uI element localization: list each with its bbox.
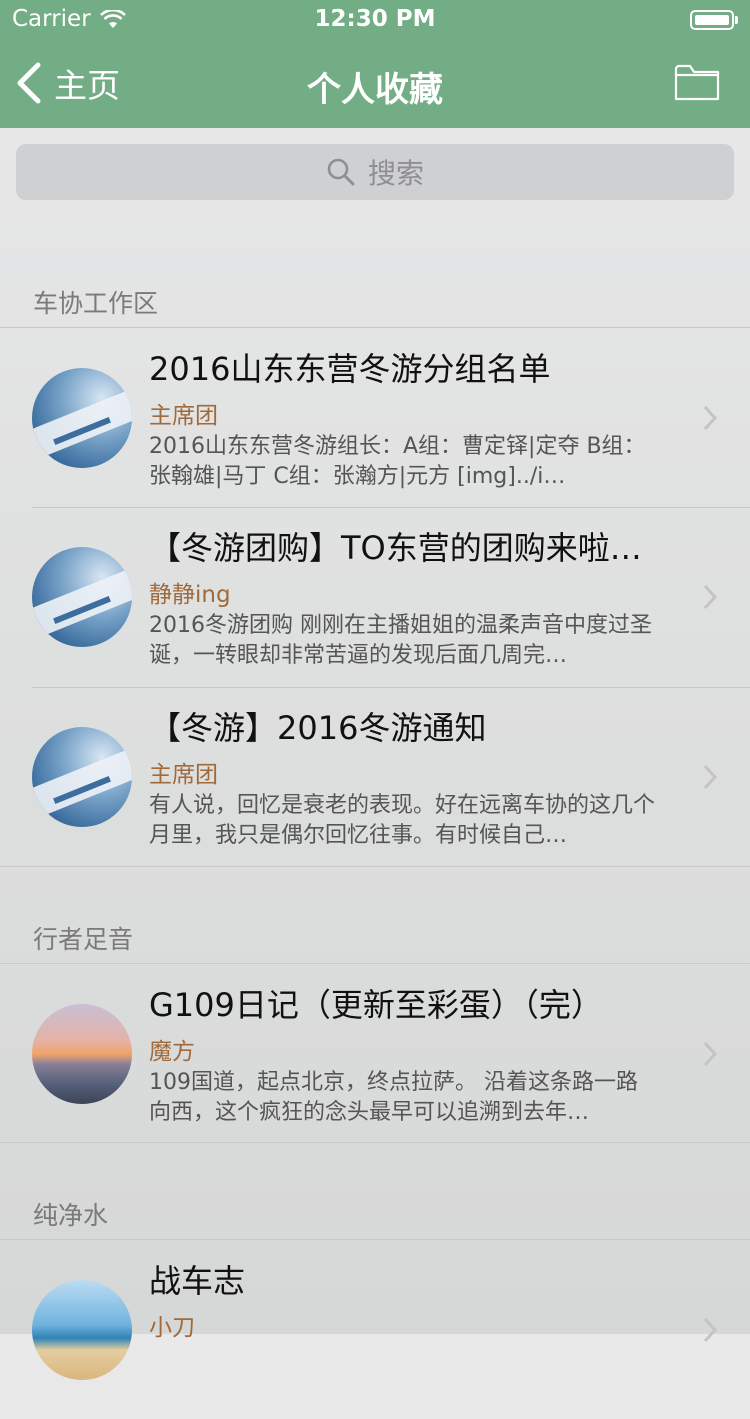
item-preview: 2016山东东营冬游组长：A组：曹定铎|定夺 B组：张翰雄|马丁 C组：张瀚方|… [149,434,646,489]
item-author: 静静ing [149,582,231,608]
search-placeholder: 搜索 [367,157,424,190]
avatar [32,368,132,468]
battery-icon [690,10,734,30]
favorite-item[interactable]: G109日记（更新至彩蛋）（完） 魔方 109国道，起点北京，终点拉萨。 沿着这… [0,963,750,1143]
item-author: 主席团 [149,762,218,788]
item-title: 【冬游团购】TO东营的团购来啦… [149,529,642,567]
chevron-right-icon [703,584,718,610]
search-bar[interactable]: 搜索 [16,144,734,200]
favorite-item[interactable]: 【冬游团购】TO东营的团购来啦… 静静ing 2016冬游团购 刚刚在主播姐姐的… [0,507,750,687]
item-author: 魔方 [149,1039,195,1065]
avatar [32,1004,132,1104]
folder-icon[interactable] [674,62,720,102]
item-preview: 有人说，回忆是衰老的表现。好在远离车协的这几个月里，我只是偶尔回忆往事。有时候自… [149,793,656,848]
section-header-2: 行者足音 [33,925,134,954]
status-time: 12:30 PM [314,6,436,32]
item-title: 战车志 [149,1262,246,1300]
favorite-item[interactable]: 【冬游】2016冬游通知 主席团 有人说，回忆是衰老的表现。好在远离车协的这几个… [0,687,750,867]
avatar [32,1280,132,1380]
item-author: 主席团 [149,403,218,429]
chevron-right-icon [703,1041,718,1067]
search-icon [327,158,355,186]
avatar [32,547,132,647]
divider [0,1142,750,1143]
avatar [32,727,132,827]
item-preview: 109国道，起点北京，终点拉萨。 沿着这条路一路向西，这个疯狂的念头最早可以追溯… [149,1070,638,1125]
item-author: 小刀 [149,1315,195,1341]
section-header-1: 车协工作区 [33,289,159,318]
chevron-right-icon [703,1317,718,1343]
divider [0,866,750,867]
page-title: 个人收藏 [307,70,443,110]
item-title: 【冬游】2016冬游通知 [149,709,487,747]
item-title: 2016山东东营冬游分组名单 [149,350,551,388]
item-preview: 2016冬游团购 刚刚在主播姐姐的温柔声音中度过圣诞，一转眼却非常苦逼的发现后面… [149,613,652,668]
favorite-item[interactable]: 战车志 小刀 [0,1239,750,1419]
chevron-right-icon [703,405,718,431]
navigation-bar: Carrier 12:30 PM 主页 个人收藏 [0,0,750,128]
status-bar: Carrier 12:30 PM [0,0,750,40]
section-header-3: 纯净水 [33,1201,109,1230]
item-preview [149,1344,659,1404]
chevron-right-icon [703,764,718,790]
favorite-item[interactable]: 2016山东东营冬游分组名单 主席团 2016山东东营冬游组长：A组：曹定铎|定… [0,327,750,507]
battery-nub [735,16,738,24]
item-title: G109日记（更新至彩蛋）（完） [149,986,603,1024]
